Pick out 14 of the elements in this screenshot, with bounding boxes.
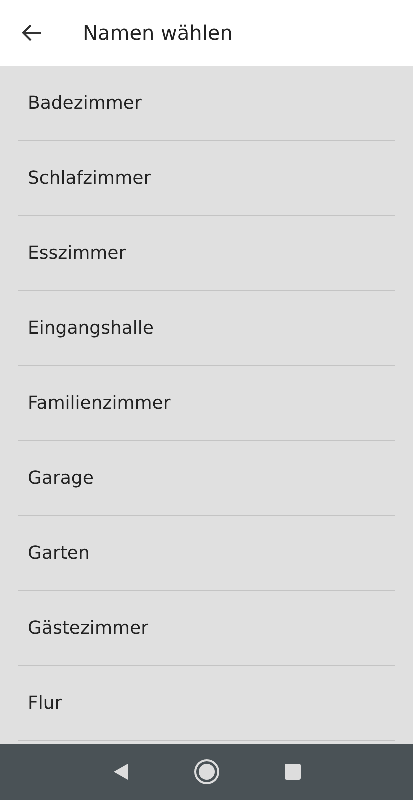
list-item[interactable]: Familienzimmer: [28, 392, 171, 414]
home-icon[interactable]: [194, 759, 220, 785]
list-item[interactable]: Garten: [28, 542, 90, 564]
list-item[interactable]: Esszimmer: [28, 242, 126, 264]
back-icon[interactable]: [112, 763, 128, 781]
list-item[interactable]: Garage: [28, 468, 94, 488]
square-icon[interactable]: [284, 764, 300, 780]
list-item[interactable]: Gästezimmer: [28, 618, 148, 638]
list-item[interactable]: Schlafzimmer: [28, 168, 152, 188]
back-arrow-icon[interactable]: [22, 24, 42, 42]
list-item[interactable]: Flur: [28, 692, 62, 714]
screen-title: Namen wählen: [83, 21, 233, 45]
list-item[interactable]: Badezimmer: [28, 92, 142, 114]
list-item[interactable]: Eingangshalle: [28, 318, 154, 338]
